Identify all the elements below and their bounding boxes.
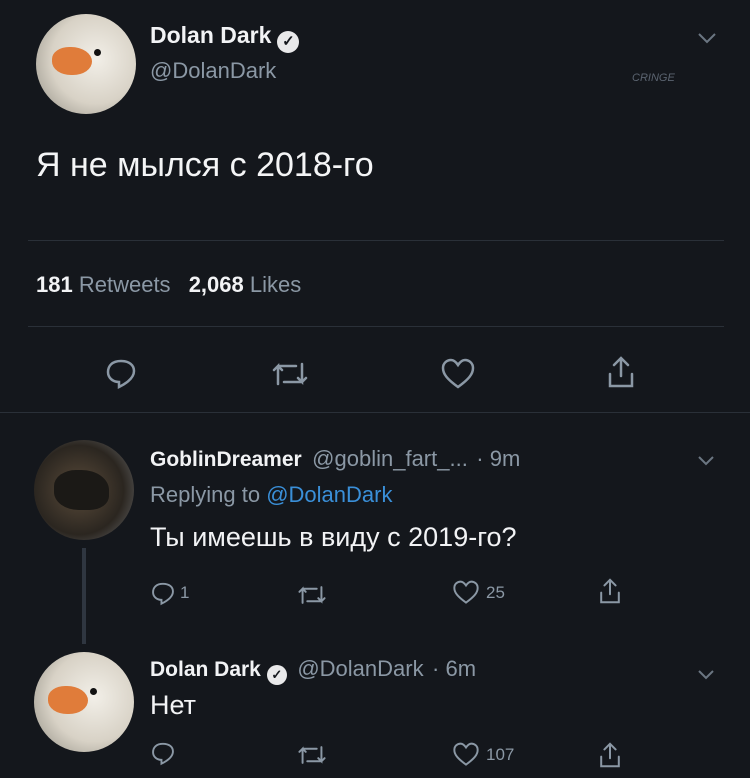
share-icon[interactable]: [598, 740, 622, 775]
chevron-down-icon[interactable]: [696, 450, 716, 473]
reply1-replying-to: Replying to @DolanDark: [150, 482, 392, 508]
reply-icon: [152, 582, 174, 606]
reply-icon[interactable]: [104, 356, 138, 395]
goose-eye: [90, 688, 97, 695]
reply1-header: GoblinDreamer @goblin_fart_... · 9m: [150, 446, 520, 472]
heart-icon[interactable]: [440, 358, 476, 395]
dog-figure: [54, 470, 109, 510]
share-icon[interactable]: [606, 354, 636, 395]
author-handle[interactable]: @DolanDark: [150, 58, 276, 84]
reply1-time[interactable]: · 9m: [476, 446, 520, 471]
verified-badge-icon: ✓: [266, 665, 287, 685]
retweet-icon[interactable]: [270, 360, 310, 393]
reply2-text: Нет: [150, 690, 196, 720]
reply2-like-action[interactable]: 107: [452, 742, 514, 767]
replying-label: Replying to: [150, 482, 261, 507]
chevron-down-icon[interactable]: [696, 664, 716, 687]
reply1-reply-count: 1: [180, 583, 190, 602]
reply1-avatar[interactable]: [34, 440, 134, 540]
goose-eye: [94, 49, 101, 56]
reply-icon[interactable]: [150, 740, 176, 771]
reply2-author-handle[interactable]: @DolanDark: [297, 656, 423, 681]
tweet-stats: 181 Retweets 2,068 Likes: [36, 272, 301, 298]
divider: [28, 326, 724, 327]
section-divider: [0, 412, 750, 413]
retweets-label[interactable]: Retweets: [79, 272, 171, 297]
goose-beak: [48, 686, 88, 714]
reply1-reply-action[interactable]: 1: [150, 580, 189, 606]
reply2-avatar[interactable]: [34, 652, 134, 752]
replying-handle-link[interactable]: @DolanDark: [266, 482, 392, 507]
heart-icon: [453, 742, 479, 766]
verified-badge-icon: ✓: [277, 31, 300, 53]
reply1-author-name[interactable]: GoblinDreamer: [150, 448, 302, 471]
goose-beak: [52, 47, 92, 75]
reply1-author-handle[interactable]: @goblin_fart_...: [312, 446, 468, 471]
reply2-header: Dolan Dark ✓ @DolanDark · 6m: [150, 656, 476, 685]
reply1-text: Ты имеешь в виду с 2019-го?: [150, 522, 517, 552]
reply1-like-count: 25: [486, 582, 505, 602]
retweet-icon[interactable]: [296, 744, 328, 771]
main-tweet-author[interactable]: Dolan Dark ✓: [150, 22, 300, 53]
reply2-like-count: 107: [486, 744, 515, 764]
reply2-author-name[interactable]: Dolan Dark: [150, 658, 261, 681]
divider: [28, 240, 724, 241]
main-tweet-avatar[interactable]: [36, 14, 136, 114]
chevron-down-icon[interactable]: [696, 28, 718, 51]
heart-icon: [453, 580, 479, 604]
reply2-time[interactable]: · 6m: [432, 656, 476, 681]
thread-line: [82, 548, 86, 644]
tweet-text: Я не мылся с 2018-го: [36, 146, 374, 184]
retweet-icon[interactable]: [296, 584, 328, 611]
reply1-like-action[interactable]: 25: [452, 580, 505, 605]
likes-count[interactable]: 2,068: [189, 272, 244, 297]
watermark: CRINGE: [632, 72, 675, 84]
likes-label[interactable]: Likes: [250, 272, 301, 297]
retweets-count[interactable]: 181: [36, 272, 73, 297]
author-name[interactable]: Dolan Dark: [150, 22, 271, 48]
share-icon[interactable]: [598, 576, 622, 611]
